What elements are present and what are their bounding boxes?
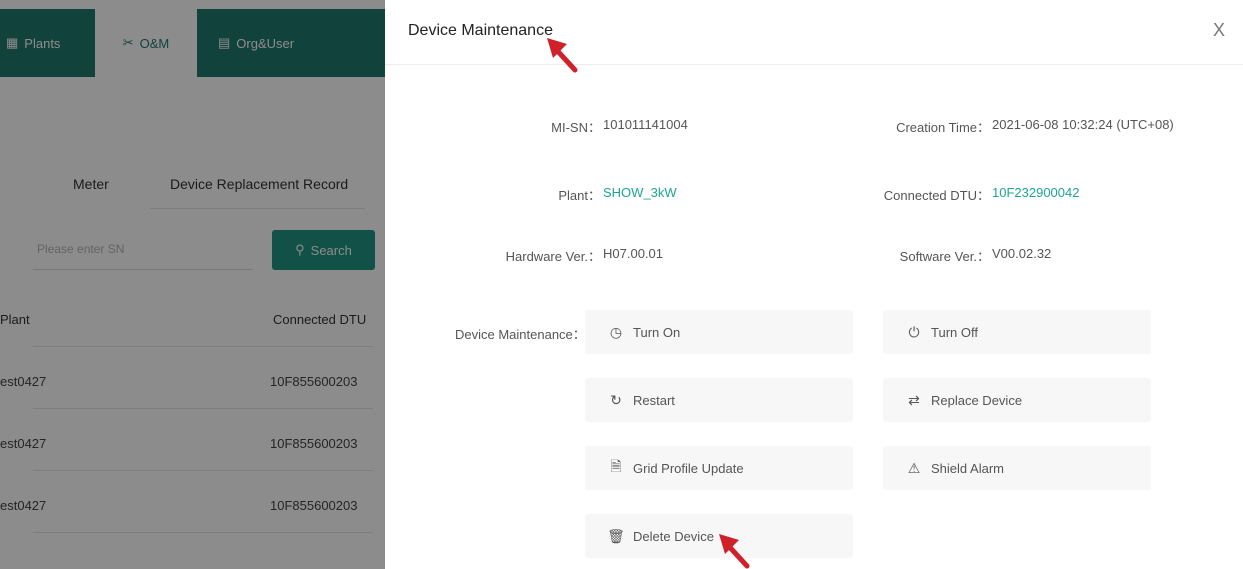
turn-on-button[interactable]: ◷ Turn On (585, 310, 853, 354)
software-ver-label: Software Ver.： (899, 249, 990, 264)
replace-device-label: Replace Device (931, 392, 1023, 408)
turn-on-label: Turn On (633, 324, 681, 340)
clock-icon: ◷ (609, 323, 623, 340)
turn-off-button[interactable]: ⏻ Turn Off (883, 310, 1151, 354)
connected-dtu-link[interactable]: 10F232900042 (992, 185, 1079, 200)
connected-dtu-label: Connected DTU： (883, 188, 990, 203)
mi-sn-label: MI-SN： (551, 120, 601, 135)
header-divider (385, 64, 1243, 65)
trash-icon: 🗑 (607, 527, 625, 544)
device-maintenance-drawer: Device Maintenance X MI-SN： 101011141004… (385, 0, 1243, 569)
power-icon: ⏻ (908, 323, 920, 340)
software-ver-value: V00.02.32 (992, 246, 1052, 261)
restart-label: Restart (633, 392, 675, 408)
creation-time-value: 2021-06-08 10:32:24 (UTC+08) (992, 117, 1174, 132)
shield-alarm-label: Shield Alarm (931, 460, 1004, 476)
restart-icon: ↻ (610, 391, 622, 408)
modal-overlay[interactable] (0, 0, 385, 569)
annotation-arrow-icon (719, 534, 750, 569)
device-maintenance-label: Device Maintenance： (455, 327, 586, 342)
grid-profile-update-label: Grid Profile Update (633, 460, 744, 476)
background-app: ▦ Plants ✂ O&M ▤ Org&User Meter Device R… (0, 0, 385, 569)
shield-alarm-button[interactable]: ⚠ Shield Alarm (883, 446, 1151, 490)
drawer-title: Device Maintenance (408, 22, 553, 39)
mi-sn-value: 101011141004 (603, 117, 688, 132)
warning-icon: ⚠ (907, 459, 921, 476)
creation-time-label: Creation Time： (896, 120, 990, 135)
replace-icon: ⇄ (908, 391, 920, 408)
turn-off-label: Turn Off (931, 324, 978, 340)
grid-profile-update-button[interactable]: 🗎 Grid Profile Update (585, 446, 853, 490)
hardware-ver-label: Hardware Ver.： (505, 249, 601, 264)
hardware-ver-value: H07.00.01 (603, 246, 663, 261)
restart-button[interactable]: ↻ Restart (585, 378, 853, 422)
plant-label: Plant： (558, 188, 601, 203)
close-icon[interactable]: X (1213, 20, 1225, 41)
file-icon: 🗎 (610, 458, 622, 474)
annotation-arrow-icon (547, 38, 578, 73)
delete-device-label: Delete Device (633, 528, 714, 544)
replace-device-button[interactable]: ⇄ Replace Device (883, 378, 1151, 422)
plant-link[interactable]: SHOW_3kW (603, 185, 677, 200)
